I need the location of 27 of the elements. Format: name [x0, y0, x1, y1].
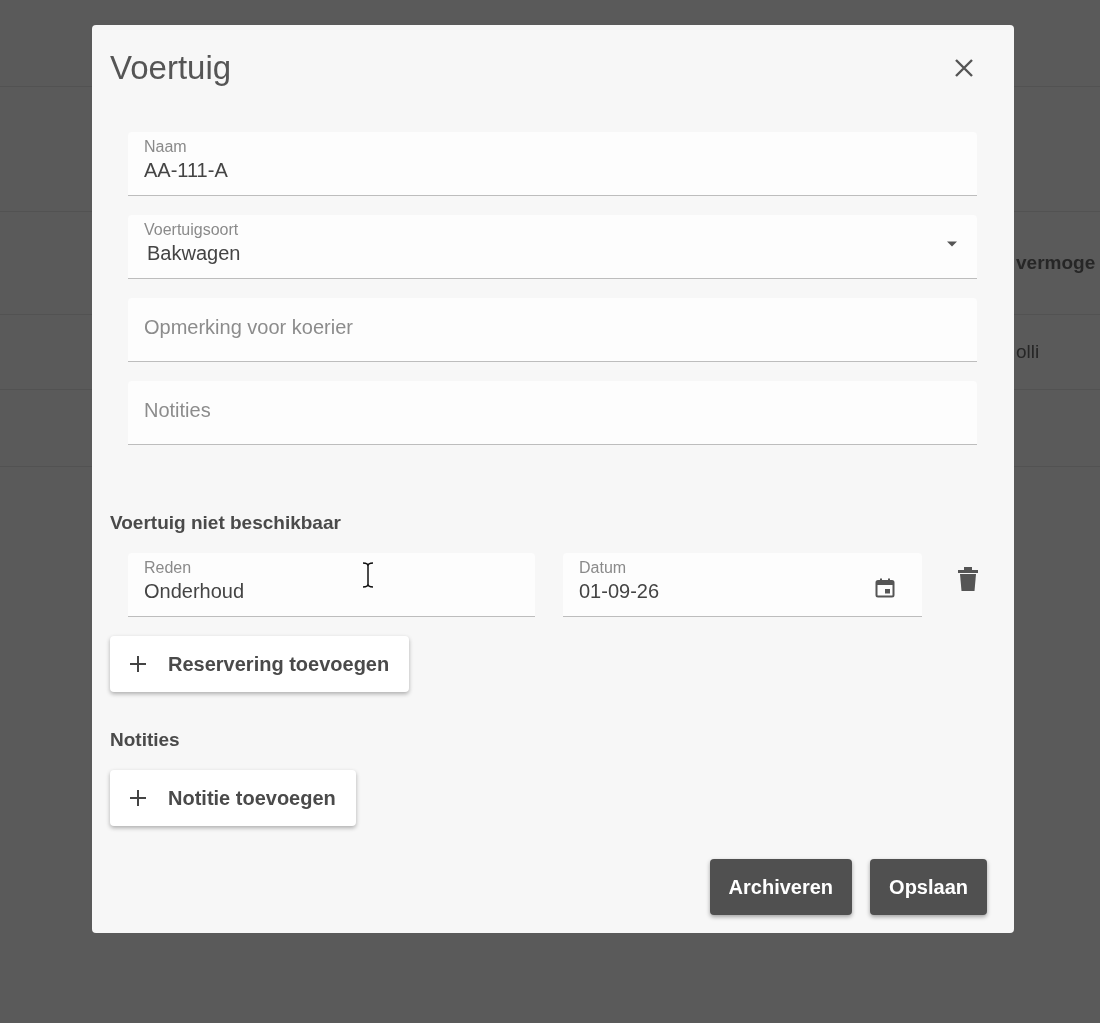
input-field[interactable]: Reden Onderhoud — [128, 553, 535, 617]
trash-button[interactable] — [958, 567, 978, 591]
plus-icon — [130, 790, 146, 806]
dropdown-caret-icon — [947, 241, 957, 247]
field-label: Naam — [144, 138, 187, 156]
add-note-button[interactable]: Notitie toevoegen — [110, 770, 356, 826]
field-value: Onderhoud — [144, 580, 245, 603]
field-placeholder: Opmerking voor koerier — [144, 316, 353, 339]
text-cursor-icon — [362, 562, 374, 588]
add-reservation-button[interactable]: Reservering toevoegen — [110, 636, 410, 692]
field-label: Voertuigsoort — [144, 221, 239, 239]
plus-icon — [130, 656, 146, 672]
section-heading: Notities — [110, 729, 181, 751]
field-label: Reden — [144, 559, 192, 577]
action-button[interactable]: Opslaan — [870, 859, 987, 915]
field-value: Bakwagen — [147, 242, 241, 265]
section-heading: Voertuig niet beschikbaar — [110, 512, 342, 534]
select-field[interactable]: Voertuigsoort Bakwagen — [128, 215, 977, 279]
action-button[interactable]: Archiveren — [709, 859, 853, 915]
field-placeholder: Notities — [144, 399, 211, 422]
input-field[interactable]: Naam AA-111-A — [128, 132, 977, 196]
dialog-title: Voertuig — [110, 49, 232, 87]
field-value: 01-09-26 — [579, 580, 660, 603]
date-field[interactable]: Datum 01-09-26 — [563, 553, 922, 617]
field-label: Datum — [579, 559, 627, 577]
calendar-icon[interactable] — [875, 578, 895, 598]
field-value: AA-111-A — [144, 159, 228, 182]
